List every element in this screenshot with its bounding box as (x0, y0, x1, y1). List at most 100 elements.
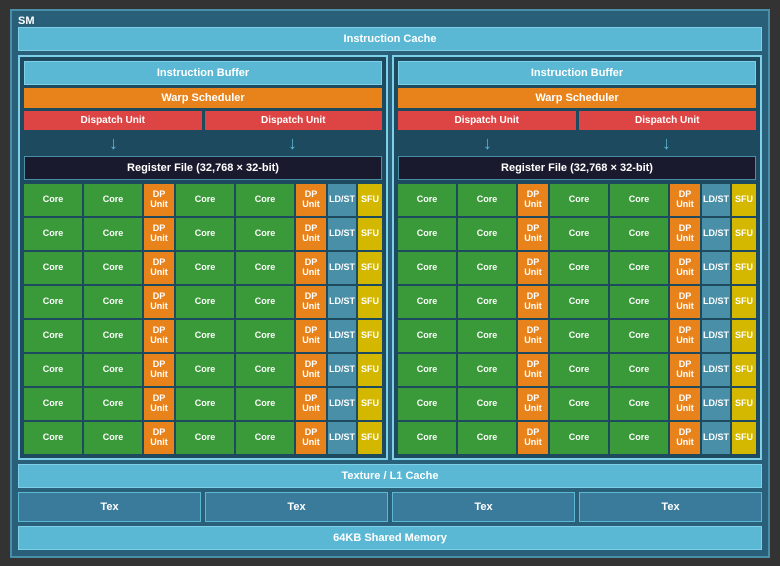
core-row: CoreCoreDPUnitCoreCoreDPUnitLD/STSFU (398, 354, 756, 386)
left-dispatch-arrows: ↓ ↓ (24, 133, 382, 154)
dp-unit-cell: DPUnit (670, 252, 700, 284)
ldst-cell: LD/ST (328, 286, 356, 318)
core-row: CoreCoreDPUnitCoreCoreDPUnitLD/STSFU (398, 286, 756, 318)
ldst-cell: LD/ST (328, 218, 356, 250)
dp-unit-cell: DPUnit (670, 388, 700, 420)
sfu-cell: SFU (358, 422, 382, 454)
dp-unit-cell: DPUnit (670, 354, 700, 386)
core-cell: Core (550, 320, 608, 352)
core-cell: Core (610, 252, 668, 284)
left-instruction-buffer: Instruction Buffer (24, 61, 382, 85)
core-cell: Core (236, 354, 294, 386)
dp-unit-cell: DPUnit (518, 422, 548, 454)
core-cell: Core (458, 252, 516, 284)
sfu-cell: SFU (358, 354, 382, 386)
tex-unit-2: Tex (205, 492, 388, 522)
core-cell: Core (24, 184, 82, 216)
right-cores-grid: CoreCoreDPUnitCoreCoreDPUnitLD/STSFUCore… (398, 184, 756, 454)
dp-unit-cell: DPUnit (518, 286, 548, 318)
left-register-file: Register File (32,768 × 32-bit) (24, 156, 382, 180)
right-dispatch-row: Dispatch Unit Dispatch Unit (398, 111, 756, 130)
ldst-cell: LD/ST (702, 252, 730, 284)
core-cell: Core (610, 354, 668, 386)
tex-unit-1: Tex (18, 492, 201, 522)
core-cell: Core (398, 388, 456, 420)
core-cell: Core (550, 184, 608, 216)
two-col-main: Instruction Buffer Warp Scheduler Dispat… (18, 55, 762, 460)
core-row: CoreCoreDPUnitCoreCoreDPUnitLD/STSFU (24, 320, 382, 352)
core-cell: Core (236, 218, 294, 250)
core-cell: Core (398, 422, 456, 454)
core-row: CoreCoreDPUnitCoreCoreDPUnitLD/STSFU (24, 354, 382, 386)
dp-unit-cell: DPUnit (144, 252, 174, 284)
sm-inner: Instruction Cache Instruction Buffer War… (18, 27, 762, 550)
dp-unit-cell: DPUnit (144, 422, 174, 454)
core-cell: Core (84, 218, 142, 250)
dp-unit-cell: DPUnit (296, 354, 326, 386)
core-cell: Core (24, 388, 82, 420)
ldst-cell: LD/ST (328, 422, 356, 454)
ldst-cell: LD/ST (702, 286, 730, 318)
tex-row: Tex Tex Tex Tex (18, 492, 762, 522)
sfu-cell: SFU (732, 320, 756, 352)
right-dispatch-unit-1: Dispatch Unit (398, 111, 576, 130)
core-cell: Core (176, 218, 234, 250)
core-row: CoreCoreDPUnitCoreCoreDPUnitLD/STSFU (398, 422, 756, 454)
core-cell: Core (610, 286, 668, 318)
texture-cache: Texture / L1 Cache (18, 464, 762, 488)
ldst-cell: LD/ST (702, 184, 730, 216)
core-cell: Core (236, 252, 294, 284)
ldst-cell: LD/ST (702, 218, 730, 250)
core-cell: Core (398, 286, 456, 318)
sfu-cell: SFU (358, 320, 382, 352)
core-cell: Core (176, 388, 234, 420)
ldst-cell: LD/ST (702, 422, 730, 454)
core-cell: Core (458, 388, 516, 420)
dp-unit-cell: DPUnit (144, 354, 174, 386)
ldst-cell: LD/ST (328, 320, 356, 352)
right-register-file: Register File (32,768 × 32-bit) (398, 156, 756, 180)
right-dispatch-arrows: ↓ ↓ (398, 133, 756, 154)
core-row: CoreCoreDPUnitCoreCoreDPUnitLD/STSFU (398, 388, 756, 420)
dp-unit-cell: DPUnit (296, 184, 326, 216)
tex-unit-3: Tex (392, 492, 575, 522)
dp-unit-cell: DPUnit (296, 422, 326, 454)
sfu-cell: SFU (732, 388, 756, 420)
core-cell: Core (84, 252, 142, 284)
core-cell: Core (236, 388, 294, 420)
core-cell: Core (84, 354, 142, 386)
dp-unit-cell: DPUnit (296, 252, 326, 284)
core-cell: Core (176, 184, 234, 216)
dp-unit-cell: DPUnit (518, 184, 548, 216)
sfu-cell: SFU (732, 218, 756, 250)
sfu-cell: SFU (732, 286, 756, 318)
core-cell: Core (84, 320, 142, 352)
left-arrow-2: ↓ (288, 133, 297, 154)
core-cell: Core (458, 218, 516, 250)
dp-unit-cell: DPUnit (296, 218, 326, 250)
left-arrow-1: ↓ (109, 133, 118, 154)
right-arrow-1: ↓ (483, 133, 492, 154)
core-row: CoreCoreDPUnitCoreCoreDPUnitLD/STSFU (24, 252, 382, 284)
ldst-cell: LD/ST (702, 388, 730, 420)
dp-unit-cell: DPUnit (518, 252, 548, 284)
core-row: CoreCoreDPUnitCoreCoreDPUnitLD/STSFU (398, 218, 756, 250)
core-cell: Core (398, 354, 456, 386)
core-cell: Core (176, 422, 234, 454)
core-cell: Core (84, 388, 142, 420)
sm-container: SM Instruction Cache Instruction Buffer … (10, 9, 770, 558)
core-cell: Core (458, 320, 516, 352)
dp-unit-cell: DPUnit (670, 286, 700, 318)
core-row: CoreCoreDPUnitCoreCoreDPUnitLD/STSFU (398, 252, 756, 284)
core-cell: Core (236, 286, 294, 318)
dp-unit-cell: DPUnit (144, 286, 174, 318)
sm-label: SM (18, 15, 35, 27)
instruction-cache: Instruction Cache (18, 27, 762, 51)
core-cell: Core (458, 184, 516, 216)
left-dispatch-unit-2: Dispatch Unit (205, 111, 383, 130)
right-dispatch-unit-2: Dispatch Unit (579, 111, 757, 130)
core-row: CoreCoreDPUnitCoreCoreDPUnitLD/STSFU (24, 286, 382, 318)
ldst-cell: LD/ST (328, 252, 356, 284)
left-half: Instruction Buffer Warp Scheduler Dispat… (18, 55, 388, 460)
core-cell: Core (550, 388, 608, 420)
